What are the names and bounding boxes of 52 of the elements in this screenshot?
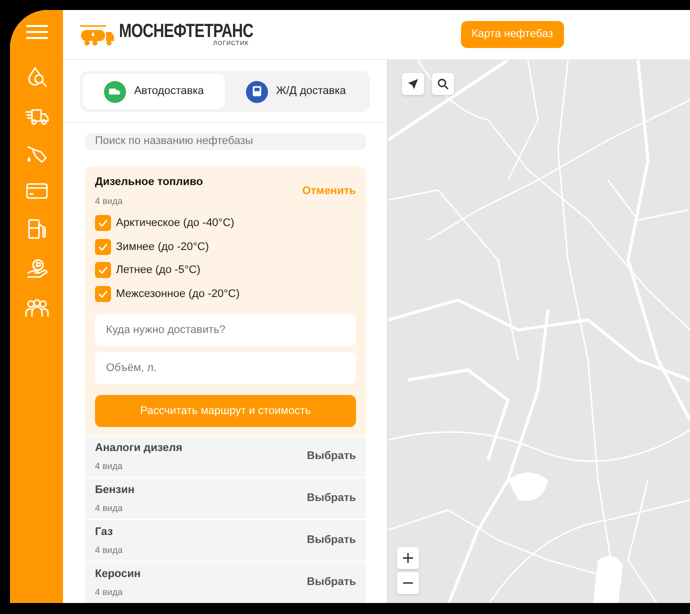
fuel-group-title: Газ bbox=[95, 524, 114, 540]
checkbox[interactable] bbox=[95, 215, 111, 232]
check-icon bbox=[98, 290, 108, 298]
people-icon[interactable] bbox=[24, 298, 48, 318]
zoom-out-button[interactable] bbox=[397, 572, 419, 594]
card-icon[interactable] bbox=[26, 182, 48, 200]
check-icon bbox=[98, 219, 108, 228]
fuel-group-title: Бензин bbox=[95, 482, 136, 498]
check-icon bbox=[98, 242, 108, 251]
input-field[interactable]: Куда нужно доставить? bbox=[95, 314, 356, 346]
fuel-group-row[interactable]: Газ 4 вида Выбрать bbox=[85, 519, 366, 561]
checkbox[interactable] bbox=[95, 262, 111, 278]
drop-search-icon[interactable] bbox=[26, 66, 48, 88]
select-link[interactable]: Выбрать bbox=[306, 574, 356, 591]
checkbox[interactable] bbox=[95, 238, 111, 255]
fuel-nozzle-icon[interactable] bbox=[24, 144, 48, 164]
select-link[interactable]: Выбрать bbox=[306, 448, 356, 465]
input-field[interactable]: Объём, л. bbox=[95, 352, 356, 384]
option-label: Зимнее (до -20°C) bbox=[116, 240, 209, 254]
plus-icon bbox=[402, 552, 414, 564]
tab[interactable]: Автодоставка bbox=[83, 74, 225, 109]
fuel-group-title: Керосин bbox=[95, 566, 142, 582]
variant-count: 4 вида bbox=[95, 544, 124, 557]
variant-count: 4 вида bbox=[95, 460, 124, 473]
logo-title: МОСНЕФТЕТРАНС bbox=[119, 22, 254, 41]
search-field[interactable]: Поиск по названию нефтебазы bbox=[85, 132, 366, 150]
fuel-group-title: Аналоги дизеля bbox=[95, 440, 184, 456]
fuel-group-row[interactable]: Керосин 4 вида Выбрать bbox=[85, 561, 366, 603]
variant-count: 4 вида bbox=[95, 502, 124, 515]
truck-icon bbox=[104, 80, 126, 102]
fuel-pump-icon[interactable] bbox=[26, 218, 48, 240]
select-link[interactable]: Выбрать bbox=[306, 490, 356, 507]
fuel-group-row[interactable]: Бензин 4 вида Выбрать bbox=[85, 477, 366, 519]
navigation-arrow-icon bbox=[407, 78, 419, 90]
hand-coin-icon[interactable] bbox=[26, 258, 48, 280]
option-label: Межсезонное (до -20°C) bbox=[116, 286, 240, 302]
train-icon bbox=[246, 80, 268, 102]
option-label: Летнее (до -5°C) bbox=[116, 263, 200, 278]
tab[interactable]: Ж/Д доставка bbox=[225, 74, 367, 109]
fuel-group-title: Дизельное топливо bbox=[95, 175, 204, 190]
variant-count: 4 вида bbox=[95, 194, 124, 208]
variant-count: 4 вида bbox=[95, 586, 124, 599]
zoom-in-button[interactable] bbox=[397, 547, 419, 569]
search-button[interactable] bbox=[432, 73, 454, 95]
fuel-group-row[interactable]: Аналоги дизеля 4 вида Выбрать bbox=[85, 435, 366, 477]
checkbox[interactable] bbox=[95, 286, 111, 302]
locate-button[interactable] bbox=[402, 73, 424, 95]
select-link[interactable]: Выбрать bbox=[306, 532, 356, 549]
search-icon bbox=[437, 78, 449, 90]
option-label: Арктическое (до -40°C) bbox=[116, 216, 234, 231]
menu-icon[interactable] bbox=[26, 24, 48, 40]
check-icon bbox=[98, 266, 108, 274]
